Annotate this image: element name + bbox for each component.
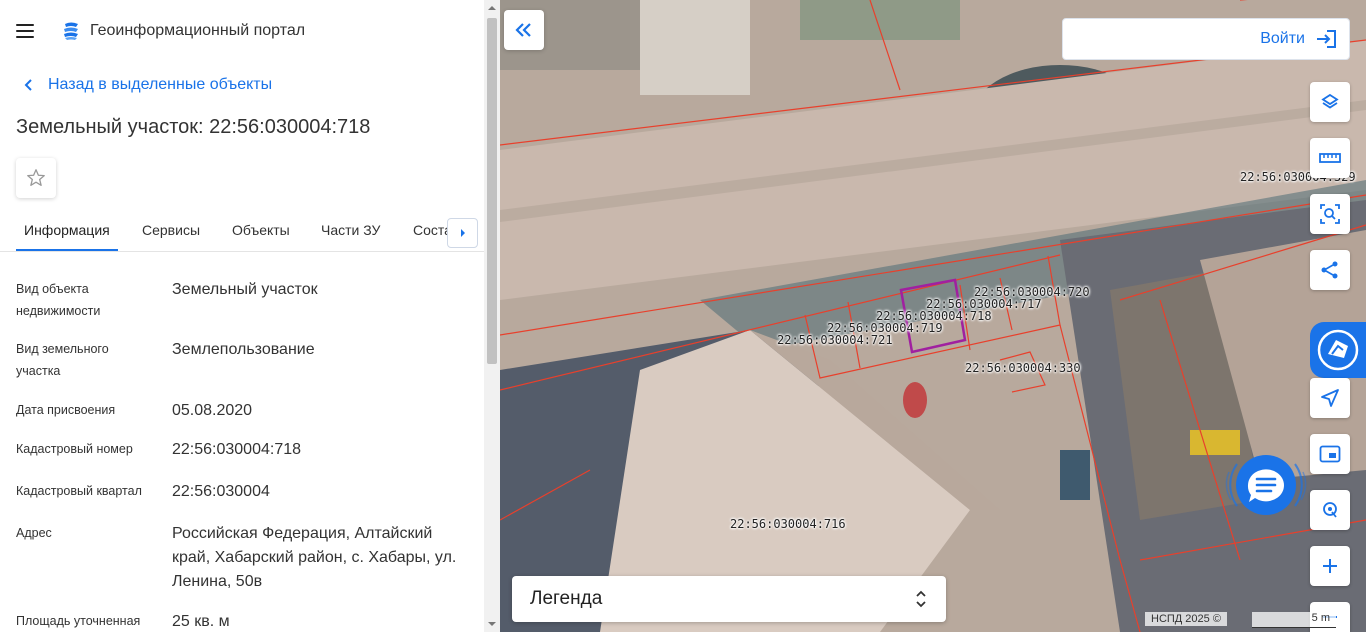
legend-title: Легенда — [530, 588, 603, 609]
active-tab-indicator — [16, 249, 118, 251]
star-icon — [27, 169, 45, 186]
chat-icon — [1225, 455, 1307, 515]
tab-information[interactable]: Информация — [24, 222, 110, 238]
attribute-value: Российская Федерация, Алтайский край, Ха… — [172, 525, 457, 590]
layers-icon — [1321, 93, 1339, 109]
sign-in-icon — [1317, 30, 1336, 48]
scroll-down-arrow-icon[interactable] — [484, 616, 500, 632]
parcel-label[interactable]: 22:56:030004:716 — [730, 517, 846, 531]
panel-scrollbar[interactable] — [484, 0, 500, 632]
legend-panel[interactable]: Легенда — [512, 576, 946, 622]
zoom-in-icon — [1323, 559, 1337, 573]
attribute-value: 22:56:030004 — [172, 483, 270, 500]
attribute-label: Адрес — [16, 526, 52, 540]
attribute-value: 25 кв. м — [172, 613, 230, 630]
portal-title: Геоинформационный портал — [90, 22, 306, 39]
parcel-label[interactable]: 22:56:030004:721 — [777, 333, 893, 347]
favorite-button[interactable] — [16, 158, 56, 198]
share-button[interactable] — [1310, 250, 1350, 290]
caret-right-icon — [460, 229, 465, 237]
panorama-tab-button[interactable] — [1310, 322, 1366, 378]
minimap-icon — [1319, 445, 1341, 463]
attribute-label: Кадастровый квартал — [16, 484, 142, 498]
map-copyright: НСПД 2025 © — [1145, 612, 1227, 626]
panel-content: Геоинформационный портал Назад в выделен… — [0, 0, 484, 632]
double-chevron-left-icon — [515, 23, 531, 37]
page-title: Земельный участок: 22:56:030004:718 — [16, 116, 371, 138]
navigation-icon — [1321, 389, 1339, 407]
login-label: Войти — [1260, 30, 1305, 47]
scrollbar-thumb[interactable] — [487, 18, 497, 364]
info-panel: Геоинформационный портал Назад в выделен… — [0, 0, 500, 632]
layers-button[interactable] — [1310, 82, 1350, 122]
location-button[interactable] — [1310, 490, 1350, 530]
tab-services[interactable]: Сервисы — [142, 222, 200, 238]
attribute-label: Кадастровый номер — [16, 442, 133, 456]
attribute-value: 05.08.2020 — [172, 402, 253, 419]
zoom-in-button[interactable] — [1310, 546, 1350, 586]
panel-header: Геоинформационный портал — [16, 18, 305, 44]
attribute-label: Вид земельного участка — [16, 342, 109, 378]
minimap-button[interactable] — [1310, 434, 1350, 474]
chat-map-icon — [1317, 329, 1359, 371]
object-tabs: Информация Сервисы Объекты Части ЗУ Сост… — [0, 212, 484, 252]
attribute-label: Вид объекта недвижимости — [16, 282, 101, 318]
tab-objects[interactable]: Объекты — [232, 222, 290, 238]
navigation-button[interactable] — [1310, 378, 1350, 418]
back-link-label: Назад в выделенные объекты — [48, 76, 273, 93]
map-view[interactable]: 22:56:030004:329 22:56:030004:720 22:56:… — [500, 0, 1366, 632]
expand-collapse-icon — [916, 590, 926, 608]
attribute-value: 22:56:030004:718 — [172, 441, 302, 458]
share-icon — [1321, 261, 1338, 279]
attribute-value: Земельный участок — [172, 281, 318, 298]
chevron-left-icon — [24, 79, 32, 91]
login-button[interactable]: Войти — [1062, 18, 1350, 60]
area-search-button[interactable] — [1310, 194, 1350, 234]
ruler-button[interactable] — [1310, 138, 1350, 178]
area-search-icon — [1320, 204, 1340, 224]
attribute-value: Землепользование — [172, 341, 315, 358]
attribute-label: Площадь уточненная — [16, 614, 141, 628]
map-scale-bar: 5 m — [1252, 612, 1336, 628]
collapse-panel-button[interactable] — [504, 10, 544, 50]
ruler-icon — [1319, 153, 1341, 163]
tabs-scroll-right-button[interactable] — [447, 218, 478, 248]
parcel-label[interactable]: 22:56:030004:330 — [965, 361, 1081, 375]
attribute-label: Дата присвоения — [16, 403, 116, 417]
location-icon — [1323, 502, 1337, 518]
chat-assistant-button[interactable] — [1223, 452, 1309, 518]
back-to-selected-link[interactable]: Назад в выделенные объекты — [22, 76, 272, 94]
tab-parts[interactable]: Части ЗУ — [321, 222, 380, 238]
menu-icon[interactable] — [16, 19, 40, 43]
portal-logo-icon — [64, 22, 78, 40]
scroll-up-arrow-icon[interactable] — [484, 0, 500, 16]
